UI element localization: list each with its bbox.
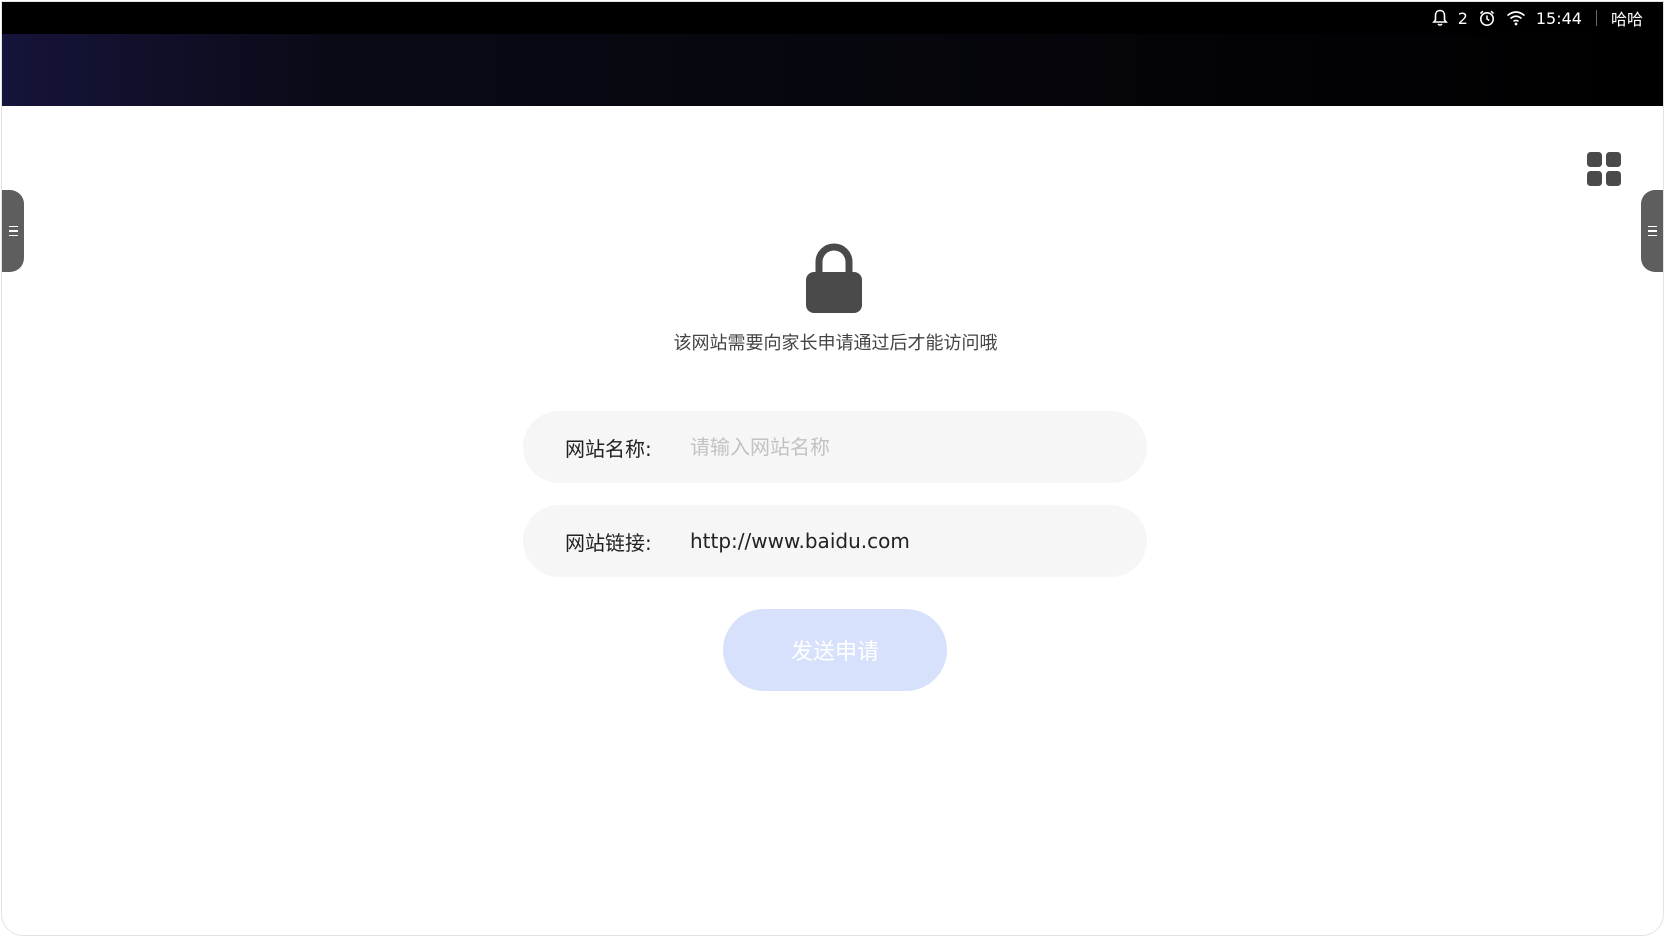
lock-icon [806, 243, 862, 313]
app-window: 2 15:44 哈哈 该网站需要向家长申请通过后才能访问哦 网站名称: 请输入网… [1, 1, 1664, 936]
alarm-icon [1479, 10, 1494, 26]
status-bar [2, 2, 1663, 34]
site-name-field: 网站名称: [523, 411, 1147, 483]
access-message: 该网站需要向家长申请通过后才能访问哦 [673, 333, 998, 354]
top-header: 2 15:44 哈哈 [2, 2, 1663, 106]
notification-count: 2 [1457, 8, 1468, 28]
right-side-handle[interactable] [1641, 190, 1663, 272]
left-side-handle[interactable] [2, 190, 24, 272]
site-name-label: 网站名称: [565, 436, 652, 461]
status-divider [1595, 10, 1597, 26]
clock-time: 15:44 [1535, 8, 1582, 28]
menu-lines-icon [8, 225, 18, 237]
site-link-input[interactable] [690, 529, 1110, 553]
user-name[interactable]: 哈哈 [1611, 6, 1643, 30]
wifi-icon [1506, 11, 1525, 26]
device-screen: 2 15:44 哈哈 该网站需要向家长申请通过后才能访问哦 网站名称: 请输入网… [0, 0, 1667, 938]
bell-icon [1431, 9, 1448, 26]
menu-lines-icon [1647, 225, 1657, 237]
send-request-button[interactable]: 发送申请 [723, 609, 947, 691]
site-name-input[interactable] [690, 435, 1110, 459]
site-link-label: 网站链接: [565, 530, 652, 555]
status-indicators: 2 15:44 哈哈 [1431, 2, 1643, 34]
site-link-field: 网站链接: [523, 505, 1147, 577]
grid-icon[interactable] [1587, 152, 1621, 186]
